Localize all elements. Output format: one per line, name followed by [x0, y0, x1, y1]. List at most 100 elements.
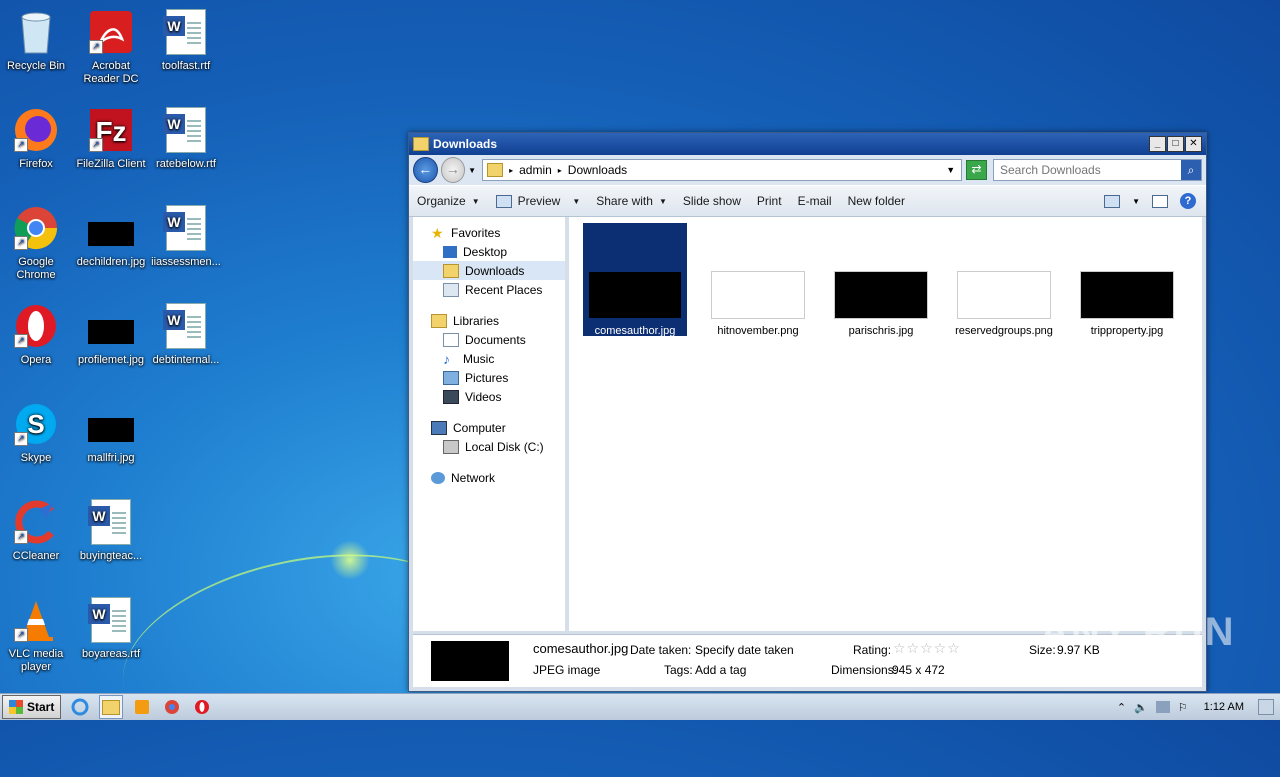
nav-documents[interactable]: Documents	[413, 330, 565, 349]
organize-button[interactable]: Organize ▼	[409, 194, 488, 208]
desktop-icon-debtinternal[interactable]: W debtinternal...	[150, 302, 222, 367]
refresh-button[interactable]: ⇄	[966, 160, 987, 180]
nav-desktop[interactable]: Desktop	[413, 242, 565, 261]
action-center-flag-icon[interactable]: ⚐	[1178, 701, 1188, 714]
recycle-bin-icon	[12, 8, 60, 56]
clock[interactable]: 1:12 AM	[1204, 701, 1244, 713]
network-icon	[431, 471, 445, 484]
print-button[interactable]: Print	[749, 194, 790, 208]
show-desktop-button[interactable]	[1258, 699, 1274, 715]
address-dropdown-icon[interactable]: ▼	[946, 165, 955, 175]
view-options-chevron-icon[interactable]: ▼	[1132, 197, 1140, 206]
desktop-icon-recycle-bin[interactable]: Recycle Bin	[0, 8, 72, 73]
share-with-button[interactable]: Share with ▼	[588, 194, 675, 208]
preview-button[interactable]: Preview ▼	[488, 194, 589, 208]
acrobat-icon: ↗	[87, 8, 135, 56]
details-tags-value[interactable]: Add a tag	[695, 663, 746, 677]
email-button[interactable]: E-mail	[790, 194, 840, 208]
desktop-icon-filezilla[interactable]: Fz ↗ FileZilla Client	[75, 106, 147, 171]
recent-pages-chevron-icon[interactable]: ▼	[468, 166, 476, 175]
rating-stars-icon[interactable]: ☆☆☆☆☆	[893, 640, 961, 657]
nav-favorites[interactable]: ★ Favorites	[413, 223, 565, 242]
back-button[interactable]: ←	[413, 157, 438, 183]
help-icon[interactable]: ?	[1180, 193, 1196, 209]
desktop-icon-mallfri[interactable]: mallfri.jpg	[75, 400, 147, 465]
desktop-icon-buyingteac[interactable]: W buyingteac...	[75, 498, 147, 563]
windows-logo-icon	[9, 700, 23, 714]
change-view-icon[interactable]	[1104, 194, 1121, 208]
desktop-icon-chrome[interactable]: ↗ Google Chrome	[0, 204, 72, 282]
opera-icon	[195, 700, 210, 714]
close-button[interactable]: ✕	[1185, 136, 1202, 152]
show-hidden-icons-icon[interactable]: ⌃	[1117, 701, 1126, 714]
desktop-icon-vlc[interactable]: ↗ VLC media player	[0, 596, 72, 674]
file-item[interactable]: tripproperty.jpg	[1075, 223, 1179, 337]
nav-libraries[interactable]: Libraries	[413, 311, 565, 330]
shortcut-arrow-icon: ↗	[89, 138, 103, 152]
nav-computer[interactable]: Computer	[413, 418, 565, 437]
command-bar: Organize ▼ Preview ▼ Share with ▼ Slide sho…	[409, 185, 1206, 217]
window-titlebar[interactable]: Downloads _ □ ✕	[409, 133, 1206, 155]
nav-downloads[interactable]: Downloads	[413, 261, 565, 280]
file-item[interactable]: parischris.jpg	[829, 223, 933, 337]
network-status-icon[interactable]	[1155, 701, 1170, 713]
filezilla-icon: Fz ↗	[87, 106, 135, 154]
word-document-icon: W	[162, 302, 210, 350]
desktop-icon-skype[interactable]: S ↗ Skype	[0, 400, 72, 465]
taskbar-chrome[interactable]	[161, 696, 183, 718]
nav-videos[interactable]: Videos	[413, 387, 565, 406]
maximize-button[interactable]: □	[1167, 136, 1184, 152]
desktop-icon-iiassessmen[interactable]: W iiassessmen...	[150, 204, 222, 269]
nav-music[interactable]: ♪ Music	[413, 349, 565, 368]
address-bar[interactable]: ▸ admin ▸ Downloads ▼	[482, 159, 963, 181]
search-box[interactable]: ⌕	[992, 159, 1202, 181]
window-title: Downloads	[433, 137, 498, 151]
breadcrumb-chevron-icon[interactable]: ▸	[558, 166, 562, 175]
desktop-icon-dechildren[interactable]: dechildren.jpg	[75, 204, 147, 269]
downloads-folder-icon	[443, 263, 459, 278]
file-item[interactable]: hitnovember.png	[706, 223, 810, 337]
nav-network[interactable]: Network	[413, 468, 565, 487]
new-folder-button[interactable]: New folder	[840, 194, 913, 208]
search-icon[interactable]: ⌕	[1181, 160, 1201, 180]
desktop-icon-profilemet[interactable]: profilemet.jpg	[75, 302, 147, 367]
breadcrumb-downloads[interactable]: Downloads	[568, 163, 627, 177]
breadcrumb-admin[interactable]: admin	[519, 163, 552, 177]
explorer-folder-icon	[102, 699, 121, 715]
desktop-icon-ratebelow[interactable]: W ratebelow.rtf	[150, 106, 222, 171]
explorer-body: ★ Favorites Desktop Downloads Recent Plac…	[413, 217, 1202, 631]
desktop-icon-acrobat[interactable]: ↗ Acrobat Reader DC	[75, 8, 147, 86]
forward-button[interactable]: →	[440, 157, 466, 183]
breadcrumb-chevron-icon[interactable]: ▸	[509, 166, 513, 175]
file-item[interactable]: reservedgroups.png	[952, 223, 1056, 337]
word-document-icon: W	[162, 204, 210, 252]
nav-pictures[interactable]: Pictures	[413, 368, 565, 387]
desktop-icon-opera[interactable]: ↗ Opera	[0, 302, 72, 367]
shortcut-arrow-icon: ↗	[14, 628, 28, 642]
taskbar-explorer[interactable]	[99, 695, 124, 719]
nav-local-disk[interactable]: Local Disk (C:)	[413, 437, 565, 456]
slideshow-button[interactable]: Slide show	[675, 194, 749, 208]
folder-icon	[413, 137, 429, 151]
desktop-icon-firefox[interactable]: ↗ Firefox	[0, 106, 72, 171]
file-item[interactable]: comesauthor.jpg	[583, 223, 687, 337]
minimize-button[interactable]: _	[1149, 136, 1166, 152]
search-input[interactable]	[993, 162, 1181, 178]
taskbar-ie[interactable]	[69, 696, 91, 718]
desktop-icon-ccleaner[interactable]: ↗ CCleaner	[0, 498, 72, 563]
details-dims-value: 945 x 472	[892, 663, 945, 677]
details-date-value[interactable]: Specify date taken	[695, 643, 794, 657]
image-file-icon	[87, 204, 135, 252]
desktop-icon-toolfast[interactable]: W toolfast.rtf	[150, 8, 222, 73]
nav-recent-places[interactable]: Recent Places	[413, 280, 565, 299]
desktop-icon-boyareas[interactable]: W boyareas.rtf	[75, 596, 147, 661]
internet-explorer-icon	[71, 698, 89, 716]
start-button[interactable]: Start	[2, 695, 62, 719]
taskbar-media-player[interactable]	[131, 696, 153, 718]
preview-pane-icon[interactable]	[1152, 194, 1168, 208]
volume-icon[interactable]: 🔈	[1134, 701, 1148, 714]
chrome-icon: ↗	[12, 204, 60, 252]
taskbar-opera[interactable]	[191, 696, 213, 718]
vlc-cone-icon: ↗	[12, 596, 60, 644]
desktop-icon	[443, 245, 457, 258]
